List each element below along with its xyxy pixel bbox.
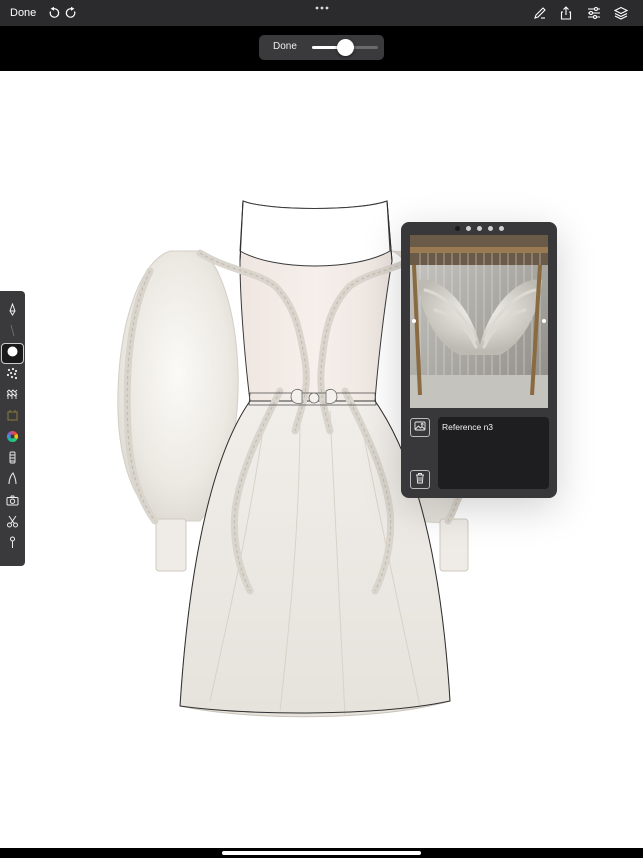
reference-page-dot[interactable]	[487, 226, 493, 231]
curve-icon	[6, 471, 19, 490]
add-image-button[interactable]	[410, 418, 430, 437]
reference-page-dot[interactable]	[465, 226, 471, 231]
share-icon[interactable]	[557, 4, 575, 22]
zipper-tool[interactable]	[2, 450, 23, 469]
color-wheel-tool[interactable]	[2, 429, 23, 448]
layers-icon[interactable]	[612, 4, 630, 22]
slider-popover: Done	[259, 35, 384, 60]
pen-tool[interactable]	[2, 302, 23, 321]
trash-icon	[414, 471, 426, 489]
slider-thumb[interactable]	[336, 39, 354, 56]
image-icon	[414, 419, 426, 437]
redo-icon[interactable]	[62, 4, 80, 22]
reference-page-dots	[401, 226, 557, 232]
slider-done-button[interactable]: Done	[273, 40, 297, 54]
pin-tool[interactable]	[2, 535, 23, 554]
thin-stroke-icon	[6, 324, 19, 342]
texture-brush-tool[interactable]	[2, 366, 23, 385]
reference-note-text: Reference n3	[442, 422, 494, 432]
pen-icon	[6, 302, 19, 321]
reference-page-dot[interactable]	[498, 226, 504, 231]
app-window: Done Done Reference n3	[0, 0, 643, 858]
brush-settings-icon[interactable]	[531, 4, 549, 22]
zipper-icon	[6, 451, 19, 469]
size-slider[interactable]	[312, 39, 378, 56]
reference-image[interactable]	[410, 235, 548, 408]
undo-icon[interactable]	[45, 4, 63, 22]
left-toolbar	[0, 291, 25, 566]
scissors-icon	[6, 515, 19, 533]
tool-options-bar: Done	[0, 26, 643, 71]
adjustments-icon[interactable]	[585, 4, 603, 22]
color-wheel-icon	[6, 430, 19, 448]
camera-icon	[6, 494, 19, 512]
scissors-tool[interactable]	[2, 514, 23, 533]
pattern-icon	[6, 388, 19, 406]
home-indicator[interactable]	[222, 851, 421, 855]
pencil-tool[interactable]	[2, 323, 23, 342]
fabric-tool[interactable]	[2, 408, 23, 427]
reference-note-field[interactable]: Reference n3	[438, 417, 549, 489]
delete-reference-button[interactable]	[410, 470, 430, 489]
home-indicator-area	[0, 848, 643, 858]
done-button[interactable]: Done	[10, 6, 36, 20]
pin-icon	[6, 536, 19, 554]
reference-page-dot[interactable]	[476, 226, 482, 231]
fabric-swatch-icon	[6, 409, 19, 427]
texture-icon	[6, 367, 19, 385]
circle-brush-tool[interactable]	[1, 343, 24, 364]
curve-tool[interactable]	[2, 471, 23, 490]
reference-page-dot[interactable]	[454, 226, 460, 231]
top-bar: Done	[0, 0, 643, 26]
camera-tool[interactable]	[2, 493, 23, 512]
circle-icon	[6, 345, 19, 363]
more-dots-icon[interactable]	[314, 2, 330, 14]
reference-panel: Reference n3	[401, 222, 557, 498]
pattern-brush-tool[interactable]	[2, 387, 23, 406]
